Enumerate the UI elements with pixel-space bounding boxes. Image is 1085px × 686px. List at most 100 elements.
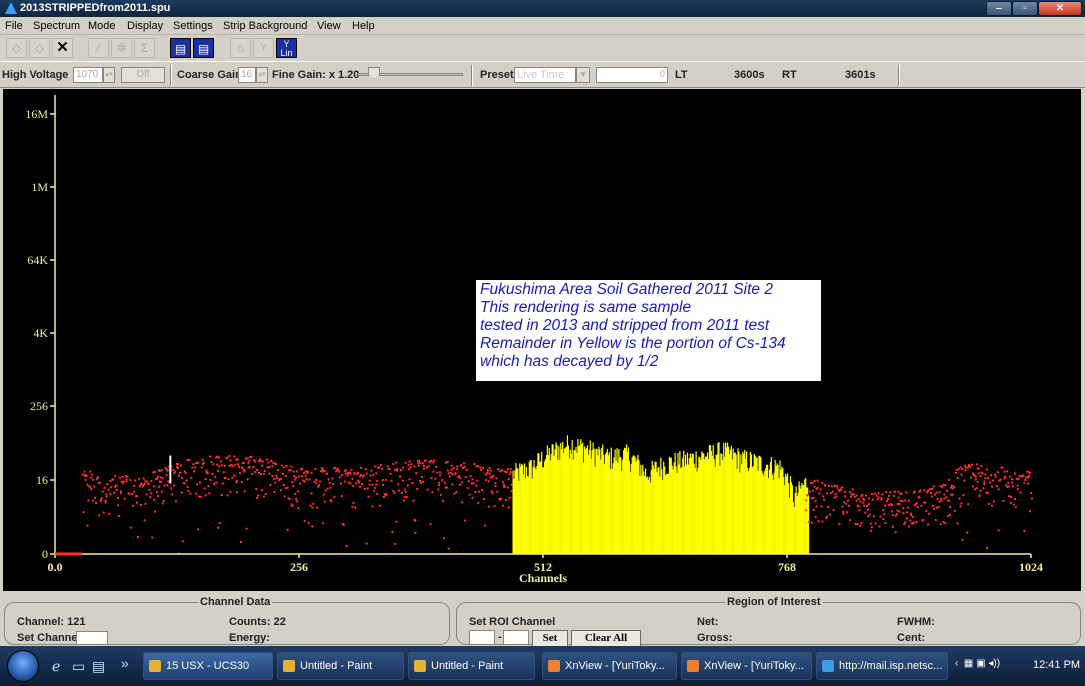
menu-view[interactable]: View xyxy=(317,20,341,32)
residual-point xyxy=(351,505,354,508)
residual-point xyxy=(397,483,400,486)
set-channel-input[interactable] xyxy=(76,631,108,645)
residual-point xyxy=(407,463,410,466)
start-button[interactable] xyxy=(7,650,39,682)
fine-gain-slider-thumb[interactable] xyxy=(368,67,380,79)
high-voltage-input[interactable]: 1070 xyxy=(73,67,103,83)
residual-point xyxy=(90,476,93,479)
residual-point xyxy=(284,474,287,477)
chart-icon[interactable]: ⁄ xyxy=(88,38,109,58)
roi-start-input[interactable] xyxy=(469,630,495,645)
residual-point xyxy=(884,522,887,525)
printer-icon[interactable]: ▤ xyxy=(92,658,105,675)
residual-point xyxy=(296,470,299,473)
residual-point xyxy=(905,491,908,494)
tray-icons[interactable]: ‹ ▦ ▣ ◂)) xyxy=(955,658,1000,669)
residual-point xyxy=(137,477,140,480)
preset-select[interactable]: Live Time xyxy=(514,67,576,83)
cent-label: Cent: xyxy=(897,632,926,644)
annotation-box: Fukushima Area Soil Gathered 2011 Site 2… xyxy=(476,280,821,381)
task-usx-ucs30[interactable]: 15 USX - UCS30 xyxy=(143,652,273,680)
hv-off-button[interactable]: Off xyxy=(121,67,165,83)
residual-point xyxy=(262,495,265,498)
close-button[interactable]: ✕ xyxy=(1038,1,1082,16)
desktop-icon[interactable]: ▭ xyxy=(72,658,85,675)
residual-point xyxy=(412,499,415,502)
task-paint-1[interactable]: Untitled - Paint xyxy=(277,652,404,680)
sigma-icon[interactable]: Σ xyxy=(134,38,155,58)
residual-point xyxy=(906,517,909,520)
residual-point xyxy=(173,484,176,487)
residual-point xyxy=(166,484,169,487)
residual-point xyxy=(892,494,895,497)
menu-strip-background[interactable]: Strip Background xyxy=(223,20,307,32)
residual-point xyxy=(376,492,379,495)
residual-point xyxy=(222,471,225,474)
gear-icon[interactable]: ✲ xyxy=(111,38,132,58)
residual-point xyxy=(248,459,251,462)
residual-point xyxy=(421,480,424,483)
usx-icon xyxy=(149,660,161,672)
task-xnview-2[interactable]: XnView - [YuriToky... xyxy=(681,652,812,680)
residual-point xyxy=(459,483,462,486)
tray-expand-icon[interactable]: ‹ xyxy=(955,658,958,669)
residual-point xyxy=(985,491,988,494)
residual-point xyxy=(885,491,888,494)
residual-point xyxy=(411,482,414,485)
menu-mode[interactable]: Mode xyxy=(88,20,116,32)
coarse-gain-spinner[interactable]: ▴▾ xyxy=(256,67,268,83)
residual-point xyxy=(296,500,299,503)
menu-settings[interactable]: Settings xyxy=(173,20,213,32)
residual-point xyxy=(851,488,854,491)
task-xnview-1[interactable]: XnView - [YuriToky... xyxy=(542,652,677,680)
maximize-button[interactable]: ▫ xyxy=(1012,1,1038,16)
residual-point xyxy=(909,519,911,522)
residual-point xyxy=(875,494,878,497)
clear-all-button[interactable]: Clear All xyxy=(571,630,641,647)
residual-point xyxy=(819,488,822,491)
residual-point xyxy=(888,494,891,497)
y-lin-icon[interactable]: Y Lin xyxy=(276,38,297,58)
gross-label: Gross: xyxy=(697,632,733,644)
residual-point xyxy=(490,490,493,493)
residual-point xyxy=(949,493,952,496)
residual-point xyxy=(1026,470,1029,473)
roi-end-input[interactable] xyxy=(503,630,529,645)
residual-point xyxy=(990,474,993,477)
chevron-down-icon[interactable]: ▼ xyxy=(576,67,590,83)
residual-point xyxy=(368,483,371,486)
task-paint-2[interactable]: Untitled - Paint xyxy=(408,652,535,680)
diamond-icon[interactable]: ◇ xyxy=(29,38,50,58)
set-button[interactable]: Set xyxy=(532,630,568,647)
residual-point xyxy=(476,479,479,482)
residual-point xyxy=(359,485,362,488)
diamond-icon[interactable]: ◇ xyxy=(6,38,27,58)
residual-point xyxy=(492,474,495,477)
report-icon[interactable]: ▤ xyxy=(170,38,191,58)
residual-point xyxy=(310,492,313,495)
menu-file[interactable]: File xyxy=(5,20,23,32)
residual-point xyxy=(161,502,164,505)
y-log-icon[interactable]: Y xyxy=(253,38,274,58)
coarse-gain-input[interactable]: 16 xyxy=(238,67,256,83)
close-x-icon[interactable]: ✕ xyxy=(52,38,73,58)
residual-point xyxy=(962,494,965,497)
task-browser-mail[interactable]: http://mail.isp.netsc... xyxy=(816,652,948,680)
hv-spinner[interactable]: ▴▾ xyxy=(103,67,115,83)
preset-value-input[interactable]: 0 xyxy=(596,67,668,83)
residual-point xyxy=(418,464,421,467)
residual-point xyxy=(901,500,904,503)
spectrum-display[interactable]: 0 16 256 4K 64K 1M 16M 0.0 256 512 768 1024 Channe… xyxy=(3,89,1081,591)
residual-point xyxy=(824,484,827,487)
menu-help[interactable]: Help xyxy=(352,20,375,32)
residual-point xyxy=(477,465,480,468)
minimize-button[interactable]: ‒ xyxy=(986,1,1012,16)
ie-icon[interactable]: ℯ xyxy=(52,658,60,675)
residual-point xyxy=(256,468,259,471)
bell-icon[interactable]: ⌂ xyxy=(230,38,251,58)
report-icon[interactable]: ▤ xyxy=(193,38,214,58)
quick-launch-more[interactable]: » xyxy=(121,655,129,671)
menu-spectrum[interactable]: Spectrum xyxy=(33,20,80,32)
residual-point xyxy=(293,475,296,478)
menu-display[interactable]: Display xyxy=(127,20,163,32)
